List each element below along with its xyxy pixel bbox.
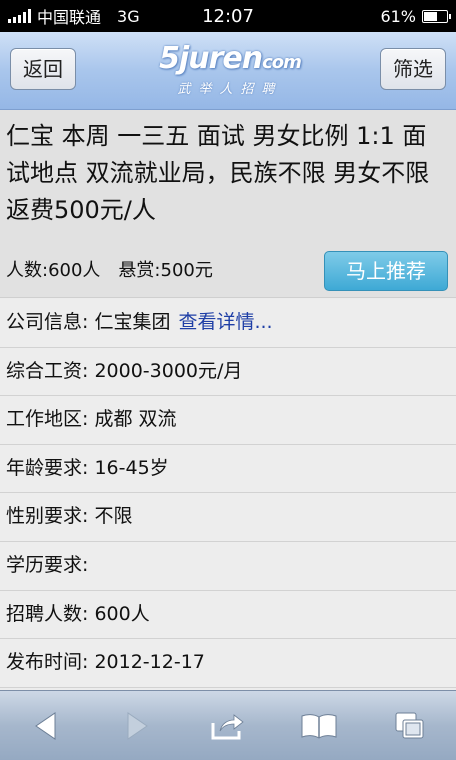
info-label: 公司信息: bbox=[6, 311, 89, 333]
bookmarks-icon[interactable] bbox=[294, 701, 344, 751]
back-button[interactable]: 返回 bbox=[10, 48, 76, 90]
filter-button[interactable]: 筛选 bbox=[380, 48, 446, 90]
logo-subtitle: 武举人招聘 bbox=[177, 82, 283, 97]
site-logo: 5jurencom 武举人招聘 bbox=[140, 42, 320, 102]
info-value: 不限 bbox=[94, 505, 133, 528]
logo-suffix: com bbox=[262, 52, 302, 73]
job-meta: 人数:600人 悬赏:500元 bbox=[6, 256, 213, 282]
battery-percent: 61% bbox=[380, 6, 416, 26]
job-info-list: 公司信息: 仁宝集团 查看详情... 综合工资: 2000-3000元/月 工作地… bbox=[0, 299, 456, 688]
recommend-button[interactable]: 马上推荐 bbox=[324, 251, 448, 291]
reward: 悬赏:500元 bbox=[118, 260, 213, 281]
nav-bar: 返回 5jurencom 武举人招聘 筛选 bbox=[0, 32, 456, 110]
info-row-age: 年龄要求: 16-45岁 bbox=[0, 444, 456, 494]
company-details-link[interactable]: 查看详情... bbox=[178, 311, 272, 333]
info-row-education: 学历要求: bbox=[0, 541, 456, 591]
info-value: 16-45岁 bbox=[94, 456, 169, 479]
status-right: 61% bbox=[380, 6, 451, 26]
info-row-gender: 性别要求: 不限 bbox=[0, 493, 456, 542]
status-bar: 中国联通 3G 12:07 61% bbox=[0, 0, 456, 32]
network-type: 3G bbox=[117, 6, 140, 26]
battery-icon bbox=[422, 9, 451, 23]
signal-strength-icon bbox=[8, 9, 31, 23]
logo-text: 5juren bbox=[159, 41, 263, 76]
share-icon[interactable] bbox=[203, 701, 253, 751]
info-row-location: 工作地区: 成都 双流 bbox=[0, 396, 456, 445]
job-headline: 仁宝 本周 一三五 面试 男女比例 1:1 面试地点 双流就业局，民族不限 男女… bbox=[0, 110, 456, 298]
info-label: 综合工资: bbox=[6, 359, 89, 382]
info-label: 年龄要求: bbox=[6, 456, 89, 479]
tabs-icon[interactable] bbox=[385, 701, 435, 751]
headcount: 人数:600人 bbox=[6, 260, 101, 281]
info-value: 2000-3000元/月 bbox=[94, 359, 243, 382]
job-title: 仁宝 本周 一三五 面试 男女比例 1:1 面试地点 双流就业局，民族不限 男女… bbox=[6, 122, 430, 224]
info-row-salary: 综合工资: 2000-3000元/月 bbox=[0, 347, 456, 397]
info-label: 学历要求: bbox=[6, 553, 89, 576]
info-value: 2012-12-17 bbox=[94, 651, 205, 674]
info-label: 工作地区: bbox=[6, 408, 89, 431]
info-row-openings: 招聘人数: 600人 bbox=[0, 590, 456, 640]
status-left: 中国联通 3G bbox=[8, 4, 380, 28]
info-label: 发布时间: bbox=[6, 651, 89, 674]
info-value: 600人 bbox=[94, 602, 150, 625]
info-label: 性别要求: bbox=[6, 505, 89, 528]
carrier-name: 中国联通 bbox=[37, 8, 102, 27]
info-label: 招聘人数: bbox=[6, 602, 89, 625]
info-row-company: 公司信息: 仁宝集团 查看详情... bbox=[0, 299, 456, 348]
browser-toolbar bbox=[0, 690, 456, 760]
info-value: 仁宝集团 bbox=[94, 311, 171, 333]
info-row-posted: 发布时间: 2012-12-17 bbox=[0, 639, 456, 688]
forward-arrow-icon[interactable] bbox=[112, 701, 162, 751]
info-value: 成都 双流 bbox=[94, 408, 177, 431]
back-arrow-icon[interactable] bbox=[21, 701, 71, 751]
